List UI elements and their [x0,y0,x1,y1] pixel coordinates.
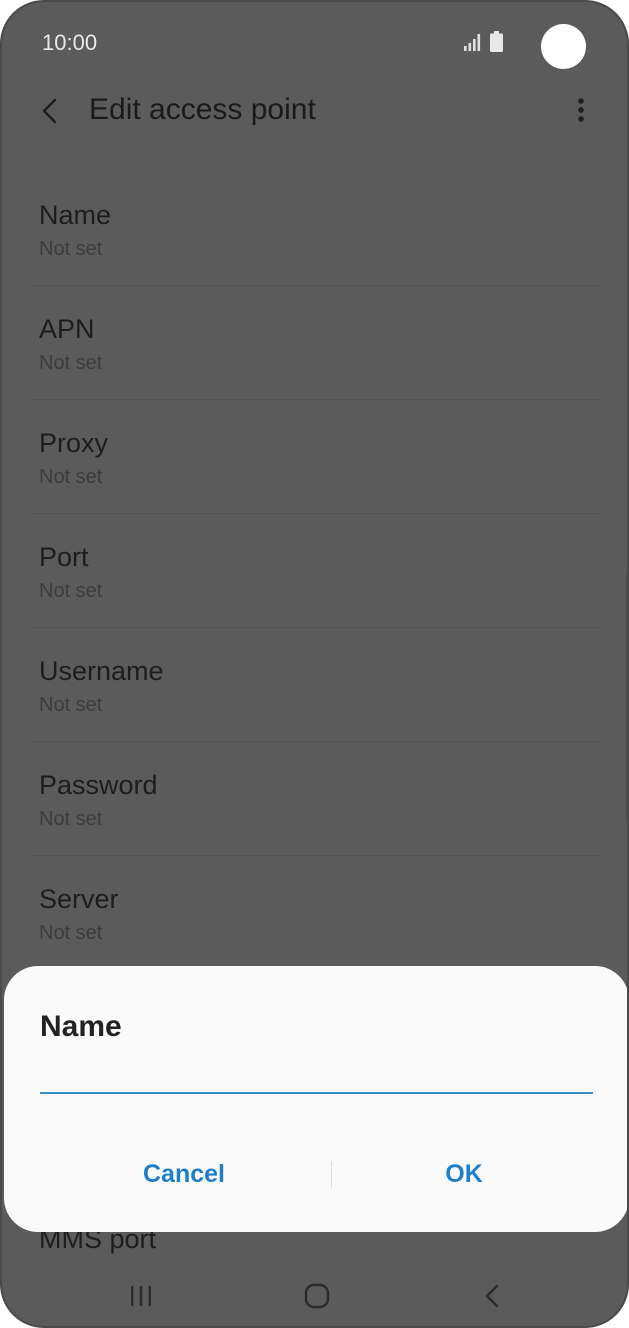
setting-value: Not set [39,922,103,944]
setting-value: Not set [39,808,103,830]
home-icon[interactable] [304,1283,330,1309]
more-options-icon[interactable] [568,96,594,126]
setting-item-proxy[interactable]: Proxy Not set [18,400,615,514]
page-title: Edit access point [89,93,316,126]
front-camera-cutout [541,24,586,69]
setting-item-password[interactable]: Password Not set [18,742,615,856]
setting-item-port[interactable]: Port Not set [18,514,615,628]
setting-item-username[interactable]: Username Not set [18,628,615,742]
name-input[interactable] [40,1060,593,1094]
setting-title: Name [39,200,112,230]
recents-icon[interactable] [129,1284,153,1308]
setting-value: Not set [39,352,103,374]
setting-value: Not set [39,466,103,488]
setting-value: Not set [39,238,103,260]
ok-button[interactable]: OK [314,1142,614,1206]
app-bar: Edit access point [2,82,627,142]
back-icon[interactable] [482,1283,502,1309]
status-bar: 10:00 [2,2,627,82]
signal-icon [464,34,481,51]
cancel-button[interactable]: Cancel [34,1142,334,1206]
setting-title: Username [39,656,164,686]
setting-title: APN [39,314,95,344]
navigation-bar [2,1264,627,1326]
dialog-title: Name [40,1010,122,1043]
phone-screen: 10:00 Edit access point Name Not set APN… [0,0,629,1328]
setting-item-apn[interactable]: APN Not set [18,286,615,400]
setting-title: Password [39,770,158,800]
setting-title: Proxy [39,428,109,458]
battery-icon [490,31,503,52]
setting-value: Not set [39,694,103,716]
setting-value: Not set [39,580,103,602]
back-icon[interactable] [38,96,62,126]
setting-item-name[interactable]: Name Not set [18,172,615,286]
setting-item-server[interactable]: Server Not set [18,856,615,970]
setting-title: Server [39,884,119,914]
status-time: 10:00 [42,30,98,55]
name-dialog: Name Cancel OK [4,966,627,1232]
setting-title: Port [39,542,89,572]
dialog-actions: Cancel OK [4,1142,627,1206]
